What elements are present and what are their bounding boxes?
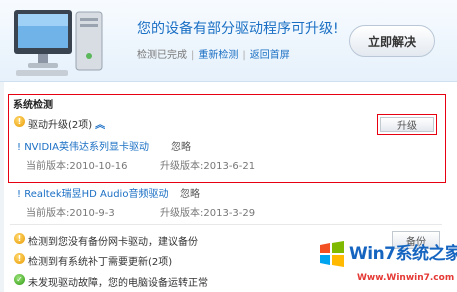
upgrade-button-label: 升级 [380,117,434,132]
watermark-text: Win7系统之家 [349,244,457,264]
left-edge-strip [0,82,4,292]
windows-logo-icon [320,241,344,267]
separator: | [191,50,195,61]
header-banner: 您的设备有部分驱动程序可升级! 检测已完成 | 重新检测 | 返回首屏 立即解决 [0,0,457,82]
watermark: Win7系统之家 Www.Winwin7.com [317,235,457,292]
watermark-url: Www.Winwin7.com [357,273,455,283]
current-version: 当前版本:2010-9-3 [26,208,115,219]
driver-item-name[interactable]: ! Realtek瑞昱HD Audio音频驱动 [17,185,168,200]
check-row: 检测到您没有备份网卡驱动，建议备份 [28,237,198,248]
separator: | [242,50,246,61]
recheck-link[interactable]: 重新检测 [198,50,238,61]
driver-name: NVIDIA英伟达系列显卡驱动 [24,142,149,153]
warning-icon: ! [14,233,25,244]
collapse-icon[interactable]: ︽ [95,120,105,131]
ignore-link[interactable]: 忽略 [171,138,191,153]
check-row: 未发现驱动故障，您的电脑设备运转正常 [28,278,208,289]
status-text: 检测已完成 [137,50,187,61]
fix-now-button[interactable]: 立即解决 [349,25,435,57]
warning-icon: ! [14,116,25,127]
warning-icon: ! [14,253,25,264]
item-marker: ! [17,189,22,200]
driver-upgrade-label[interactable]: 驱动升级(2项) ︽ [28,116,105,131]
upgrade-button[interactable]: 升级 [377,114,437,135]
divider [10,224,442,225]
driver-name: Realtek瑞昱HD Audio音频驱动 [24,189,169,200]
driver-upgrade-text: 驱动升级(2项) [28,120,93,131]
latest-version: 升级版本:2013-6-21 [160,161,256,172]
page-title: 您的设备有部分驱动程序可升级! [137,21,339,37]
check-icon: ✓ [14,274,25,285]
item-marker: ! [17,142,22,153]
current-version: 当前版本:2010-10-16 [26,161,128,172]
computer-icon [14,10,103,76]
latest-version: 升级版本:2013-3-29 [160,208,256,219]
status-line: 检测已完成 | 重新检测 | 返回首屏 [137,46,290,61]
driver-item-name[interactable]: ! NVIDIA英伟达系列显卡驱动 [17,138,149,153]
ignore-link[interactable]: 忽略 [180,185,200,200]
back-link[interactable]: 返回首屏 [250,50,290,61]
check-row: 检测到有系统补丁需要更新(2项) [28,257,173,268]
